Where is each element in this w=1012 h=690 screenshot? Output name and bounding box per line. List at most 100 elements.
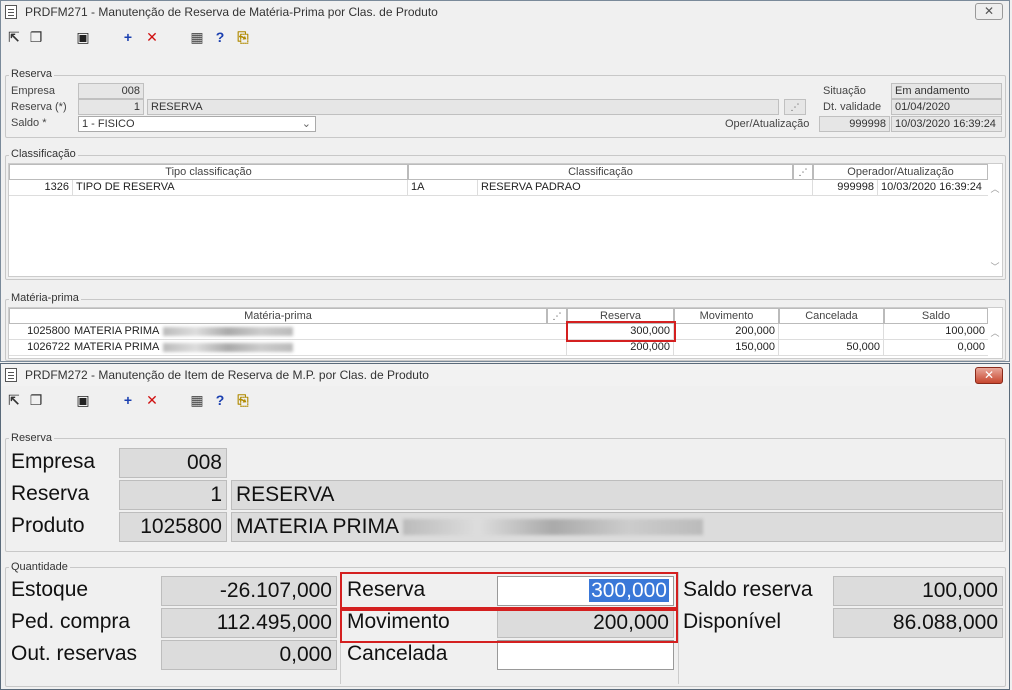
- reserva-qty-label: Reserva: [347, 578, 426, 601]
- reserva-cell: 200,000: [567, 340, 674, 356]
- reserva-desc-field: RESERVA: [147, 99, 779, 115]
- empresa-field[interactable]: 008: [119, 448, 227, 478]
- dtvalidade-field[interactable]: 01/04/2020: [891, 99, 1002, 115]
- empresa-label: Empresa: [11, 450, 96, 473]
- cancelada-label: Cancelada: [347, 642, 448, 665]
- toolbar: ⇱ ❐ ▣ + ✕ ▦ ? ⎘: [1, 26, 1009, 50]
- produto-desc-text: MATERIA PRIMA: [236, 515, 399, 538]
- column-divider: [678, 572, 679, 684]
- oper-date-cell: 10/03/2020 16:39:24: [881, 181, 982, 193]
- grid-icon[interactable]: ▦: [189, 392, 205, 408]
- lookup-button[interactable]: ⋰: [784, 99, 806, 115]
- exit-icon[interactable]: ⎘: [235, 29, 251, 45]
- materia-name-text: MATERIA PRIMA: [74, 325, 160, 337]
- col-header-cancelada[interactable]: Cancelada: [779, 308, 884, 324]
- reserva-group-title: Reserva: [9, 68, 54, 80]
- window-title-bar[interactable]: PRDFM271 - Manutenção de Reserva de Maté…: [1, 1, 1009, 23]
- movimento-field: 200,000: [497, 608, 674, 638]
- reserva-label: Reserva: [11, 482, 90, 505]
- materia-group-title: Matéria-prima: [9, 292, 81, 304]
- redacted-text: [163, 326, 294, 336]
- pedcompra-field: 112.495,000: [161, 608, 337, 638]
- empresa-label: Empresa: [11, 85, 56, 97]
- produto-label: Produto: [11, 514, 85, 537]
- oper-label: Oper/Atualização: [725, 118, 810, 130]
- reserva-field[interactable]: 1: [119, 480, 227, 510]
- oper-user-field: 999998: [819, 116, 890, 132]
- produto-field[interactable]: 1025800: [119, 512, 227, 542]
- saldo-select[interactable]: 1 - FISICO ⌄: [78, 116, 316, 132]
- disponivel-label: Disponível: [683, 610, 782, 633]
- window-title: PRDFM271 - Manutenção de Reserva de Maté…: [25, 5, 438, 19]
- reserva-qty-value: 300,000: [589, 579, 669, 602]
- col-header-materia[interactable]: Matéria-prima: [9, 308, 547, 324]
- col-header-lookup[interactable]: ⋰: [793, 164, 813, 180]
- document-icon: [5, 5, 17, 19]
- class-code-cell: 1A: [408, 180, 478, 196]
- save-icon[interactable]: ▣: [75, 29, 91, 45]
- class-desc-cell: RESERVA PADRAO: [478, 180, 813, 196]
- save-icon[interactable]: ▣: [75, 392, 91, 408]
- produto-desc-field: MATERIA PRIMA: [231, 512, 1003, 542]
- copy-icon[interactable]: ❐: [28, 29, 44, 45]
- outreservas-field: 0,000: [161, 640, 337, 670]
- reserva-qty-input[interactable]: 300,000: [497, 576, 674, 606]
- classificacao-group-title: Classificação: [9, 148, 78, 160]
- add-icon[interactable]: +: [120, 29, 136, 45]
- exit-icon[interactable]: ⎘: [235, 392, 251, 408]
- export-icon[interactable]: ⇱: [6, 392, 22, 408]
- col-header-movimento[interactable]: Movimento: [674, 308, 779, 324]
- situacao-label: Situação: [823, 85, 866, 97]
- redacted-text: [402, 519, 703, 536]
- saldo-cell: 0,000: [957, 341, 985, 353]
- close-button[interactable]: ✕: [975, 3, 1003, 20]
- window-title-bar[interactable]: PRDFM272 - Manutenção de Item de Reserva…: [1, 364, 1009, 386]
- reserva-label: Reserva (*): [11, 101, 67, 113]
- reserva-desc-field: RESERVA: [231, 480, 1003, 510]
- cancelada-cell: [779, 324, 884, 340]
- grid-icon[interactable]: ▦: [189, 29, 205, 45]
- col-header-lookup[interactable]: ⋰: [547, 308, 567, 324]
- scrollbar-up-icon[interactable]: ︿: [988, 326, 1002, 339]
- window-prdfm271: PRDFM271 - Manutenção de Reserva de Maté…: [0, 0, 1010, 362]
- document-icon: [5, 368, 17, 382]
- dtvalidade-label: Dt. validade: [823, 101, 882, 113]
- movimento-cell: 150,000: [674, 340, 779, 356]
- movimento-label: Movimento: [347, 610, 450, 633]
- col-header-operador[interactable]: Operador/Atualização: [813, 164, 988, 180]
- table-row[interactable]: 1326 TIPO DE RESERVA 1A RESERVA PADRAO 9…: [9, 180, 988, 196]
- col-header-classificacao[interactable]: Classificação: [408, 164, 793, 180]
- oper-user-cell: 999998: [813, 180, 878, 196]
- pedcompra-label: Ped. compra: [11, 610, 131, 633]
- delete-icon[interactable]: ✕: [144, 392, 160, 408]
- add-icon[interactable]: +: [120, 392, 136, 408]
- cancelada-input[interactable]: [497, 640, 674, 670]
- estoque-label: Estoque: [11, 578, 89, 601]
- saldo-label: Saldo *: [11, 117, 47, 129]
- empresa-field[interactable]: 008: [78, 83, 144, 99]
- quantidade-group-title: Quantidade: [9, 561, 70, 573]
- redacted-text: [163, 342, 294, 352]
- cancelada-cell: 50,000: [779, 340, 884, 356]
- table-row[interactable]: 1026722 MATERIA PRIMA 200,000 150,000 50…: [9, 340, 988, 356]
- materia-name-cell: MATERIA PRIMA: [71, 324, 567, 340]
- delete-icon[interactable]: ✕: [144, 29, 160, 45]
- toolbar: ⇱ ❐ ▣ + ✕ ▦ ? ⎘: [1, 389, 1009, 413]
- materia-name-text: MATERIA PRIMA: [74, 341, 160, 353]
- table-row[interactable]: 1025800 MATERIA PRIMA 300,000 200,000 10…: [9, 324, 988, 340]
- export-icon[interactable]: ⇱: [6, 29, 22, 45]
- copy-icon[interactable]: ❐: [28, 392, 44, 408]
- scrollbar-down-icon[interactable]: ﹀: [988, 260, 1002, 273]
- col-header-tipo[interactable]: Tipo classificação: [9, 164, 408, 180]
- col-header-saldo[interactable]: Saldo: [884, 308, 988, 324]
- window-prdfm272: PRDFM272 - Manutenção de Item de Reserva…: [0, 363, 1010, 690]
- scrollbar-up-icon[interactable]: ︿: [988, 182, 1002, 195]
- saldo-reserva-field: 100,000: [833, 576, 1003, 606]
- help-icon[interactable]: ?: [212, 392, 228, 408]
- close-button[interactable]: ✕: [975, 367, 1003, 384]
- help-icon[interactable]: ?: [212, 29, 228, 45]
- reserva-field[interactable]: 1: [78, 99, 144, 115]
- situacao-field: Em andamento: [891, 83, 1002, 99]
- col-header-reserva[interactable]: Reserva: [567, 308, 674, 324]
- disponivel-field: 86.088,000: [833, 608, 1003, 638]
